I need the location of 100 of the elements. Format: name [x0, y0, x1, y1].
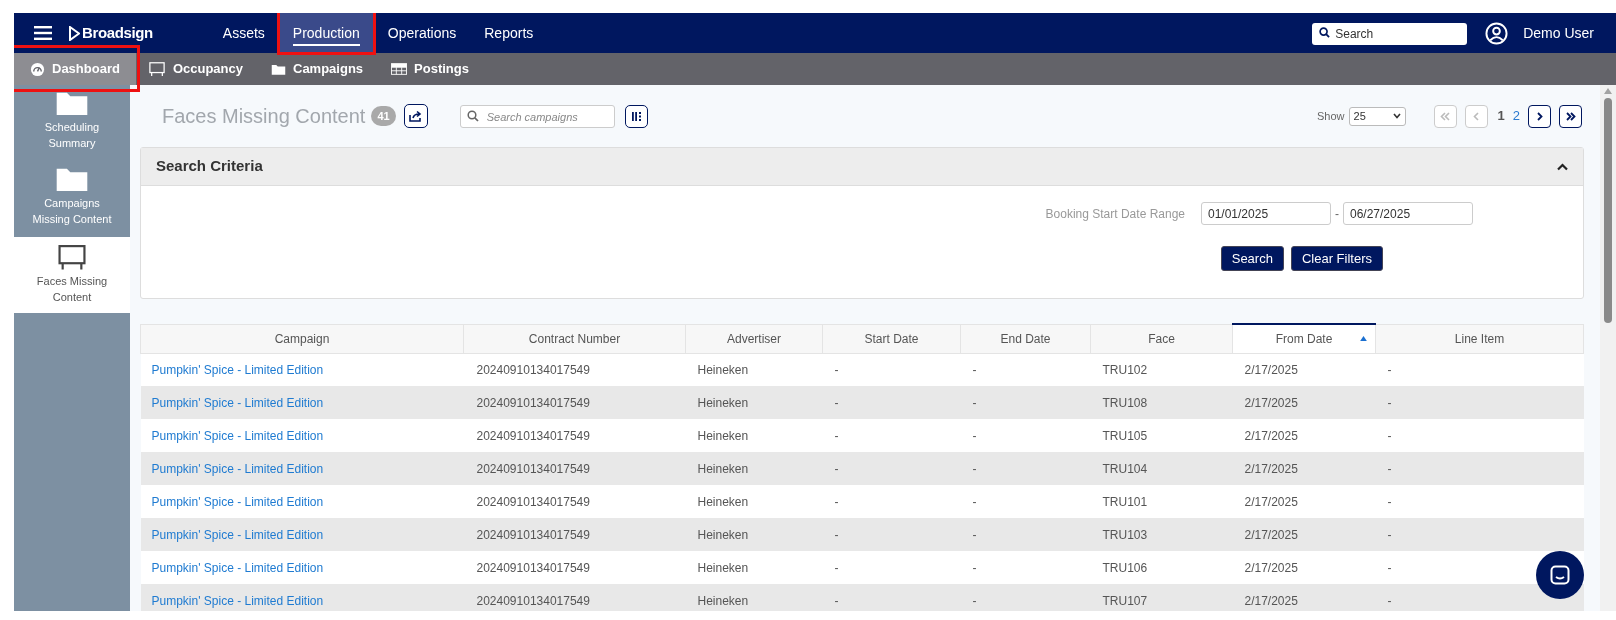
table-cell: 20240910134017549: [476, 461, 590, 476]
campaign-link[interactable]: Pumpkin' Spice - Limited Edition: [151, 593, 324, 608]
search-icon: [1319, 27, 1331, 38]
table-cell: 20240910134017549: [476, 527, 590, 542]
last-page-button[interactable]: [1559, 104, 1582, 128]
table-cell: -: [834, 593, 839, 608]
table-cell: 2/17/2025: [1244, 362, 1298, 377]
column-header[interactable]: End Date: [960, 324, 1091, 353]
show-label: Show: [1317, 108, 1345, 124]
table-cell: -: [1387, 428, 1392, 443]
table-cell: -: [1387, 527, 1392, 542]
sidebar-item[interactable]: Faces Missing Content: [14, 237, 130, 313]
sub-nav-tab[interactable]: Occupancy: [135, 53, 259, 85]
table-cell: Heineken: [697, 395, 749, 410]
table-cell: -: [834, 428, 839, 443]
table-cell: TRU102: [1102, 362, 1148, 377]
next-page-button[interactable]: [1528, 104, 1551, 128]
column-header[interactable]: Campaign: [140, 324, 464, 353]
search-field[interactable]: Search: [1312, 23, 1468, 45]
sub-nav-tab[interactable]: Campaigns: [259, 53, 380, 85]
export-button[interactable]: [403, 104, 428, 128]
nav-tab[interactable]: Reports: [470, 13, 548, 53]
table-cell: TRU108: [1102, 395, 1148, 410]
table-cell: 20240910134017549: [476, 593, 590, 608]
clear-filters-button[interactable]: Clear Filters: [1290, 246, 1383, 271]
column-header[interactable]: Face: [1090, 324, 1233, 353]
scrollbar-thumb[interactable]: [1604, 98, 1612, 323]
menu-icon[interactable]: [34, 26, 52, 40]
table-cell: 20240910134017549: [476, 494, 590, 509]
field-label: Booking Start Date Range: [1045, 205, 1185, 223]
column-header[interactable]: Line Item: [1375, 324, 1584, 353]
search-icon: [466, 109, 479, 122]
scrollbar[interactable]: [1600, 85, 1616, 611]
column-header[interactable]: Start Date: [822, 324, 961, 353]
board-icon: [147, 61, 166, 77]
table-cell: -: [972, 527, 977, 542]
columns-button[interactable]: [624, 104, 648, 128]
table-cell: -: [1387, 593, 1392, 608]
table-cell: -: [834, 461, 839, 476]
table-icon: [391, 63, 408, 75]
table-cell: -: [834, 527, 839, 542]
page-link[interactable]: 1: [1497, 106, 1505, 126]
sub-nav-tab[interactable]: Postings: [379, 53, 485, 85]
table-cell: 2/17/2025: [1244, 593, 1298, 608]
double-chevron-right-icon: [1565, 111, 1576, 121]
table-cell: -: [1387, 560, 1392, 575]
table-cell: 2/17/2025: [1244, 461, 1298, 476]
table-cell: -: [834, 494, 839, 509]
table-cell: 2/17/2025: [1244, 494, 1298, 509]
share-icon: [409, 110, 423, 122]
table-cell: 2/17/2025: [1244, 560, 1298, 575]
campaign-link[interactable]: Pumpkin' Spice - Limited Edition: [151, 362, 324, 377]
table-cell: -: [1387, 494, 1392, 509]
user-name[interactable]: Demo User: [1523, 22, 1594, 44]
nav-tab[interactable]: Operations: [373, 13, 471, 53]
column-header[interactable]: From Date: [1232, 324, 1376, 353]
table-cell: Heineken: [697, 593, 749, 608]
table-cell: TRU107: [1102, 593, 1148, 608]
table-cell: TRU101: [1102, 494, 1148, 509]
user-icon[interactable]: [1485, 21, 1509, 45]
page-title: Faces Missing Content: [162, 104, 366, 129]
campaign-link[interactable]: Pumpkin' Spice - Limited Edition: [151, 560, 324, 575]
table-cell: TRU104: [1102, 461, 1148, 476]
play-logo-icon: [69, 25, 80, 41]
chat-icon: [1550, 565, 1570, 585]
table-cell: -: [834, 395, 839, 410]
nav-tab[interactable]: Production: [278, 13, 374, 53]
chevron-up-icon[interactable]: [1557, 162, 1568, 171]
table-cell: -: [1387, 461, 1392, 476]
table-cell: 2/17/2025: [1244, 395, 1298, 410]
from-date-field[interactable]: 01/01/2025: [1201, 202, 1331, 225]
campaign-link[interactable]: Pumpkin' Spice - Limited Edition: [151, 461, 324, 476]
column-header[interactable]: Contract Number: [463, 324, 686, 353]
gauge-icon: [30, 61, 45, 77]
campaign-link[interactable]: Pumpkin' Spice - Limited Edition: [151, 395, 324, 410]
count-badge: 41: [371, 105, 396, 127]
range-separator: -: [1335, 205, 1339, 223]
page-size-select[interactable]: 25: [1348, 106, 1406, 126]
table-cell: 2/17/2025: [1244, 428, 1298, 443]
to-date-field[interactable]: 06/27/2025: [1343, 202, 1473, 225]
table-cell: Heineken: [697, 461, 749, 476]
chevron-right-icon: [1536, 111, 1543, 121]
columns-icon: [630, 110, 642, 122]
table-cell: TRU105: [1102, 428, 1148, 443]
table-cell: 20240910134017549: [476, 395, 590, 410]
board-icon: [55, 243, 89, 271]
column-header[interactable]: Advertiser: [685, 324, 823, 353]
campaign-search-field[interactable]: Search campaigns: [459, 105, 615, 129]
table-cell: -: [1387, 395, 1392, 410]
table-cell: Heineken: [697, 494, 749, 509]
campaign-link[interactable]: Pumpkin' Spice - Limited Edition: [151, 428, 324, 443]
search-button[interactable]: Search: [1220, 246, 1284, 271]
campaign-link[interactable]: Pumpkin' Spice - Limited Edition: [151, 527, 324, 542]
table-cell: 20240910134017549: [476, 362, 590, 377]
table-cell: -: [972, 395, 977, 410]
page-link[interactable]: 2: [1512, 106, 1520, 126]
nav-tab[interactable]: Assets: [208, 13, 279, 53]
campaign-link[interactable]: Pumpkin' Spice - Limited Edition: [151, 494, 324, 509]
table-cell: -: [1387, 362, 1392, 377]
table-cell: 20240910134017549: [476, 428, 590, 443]
